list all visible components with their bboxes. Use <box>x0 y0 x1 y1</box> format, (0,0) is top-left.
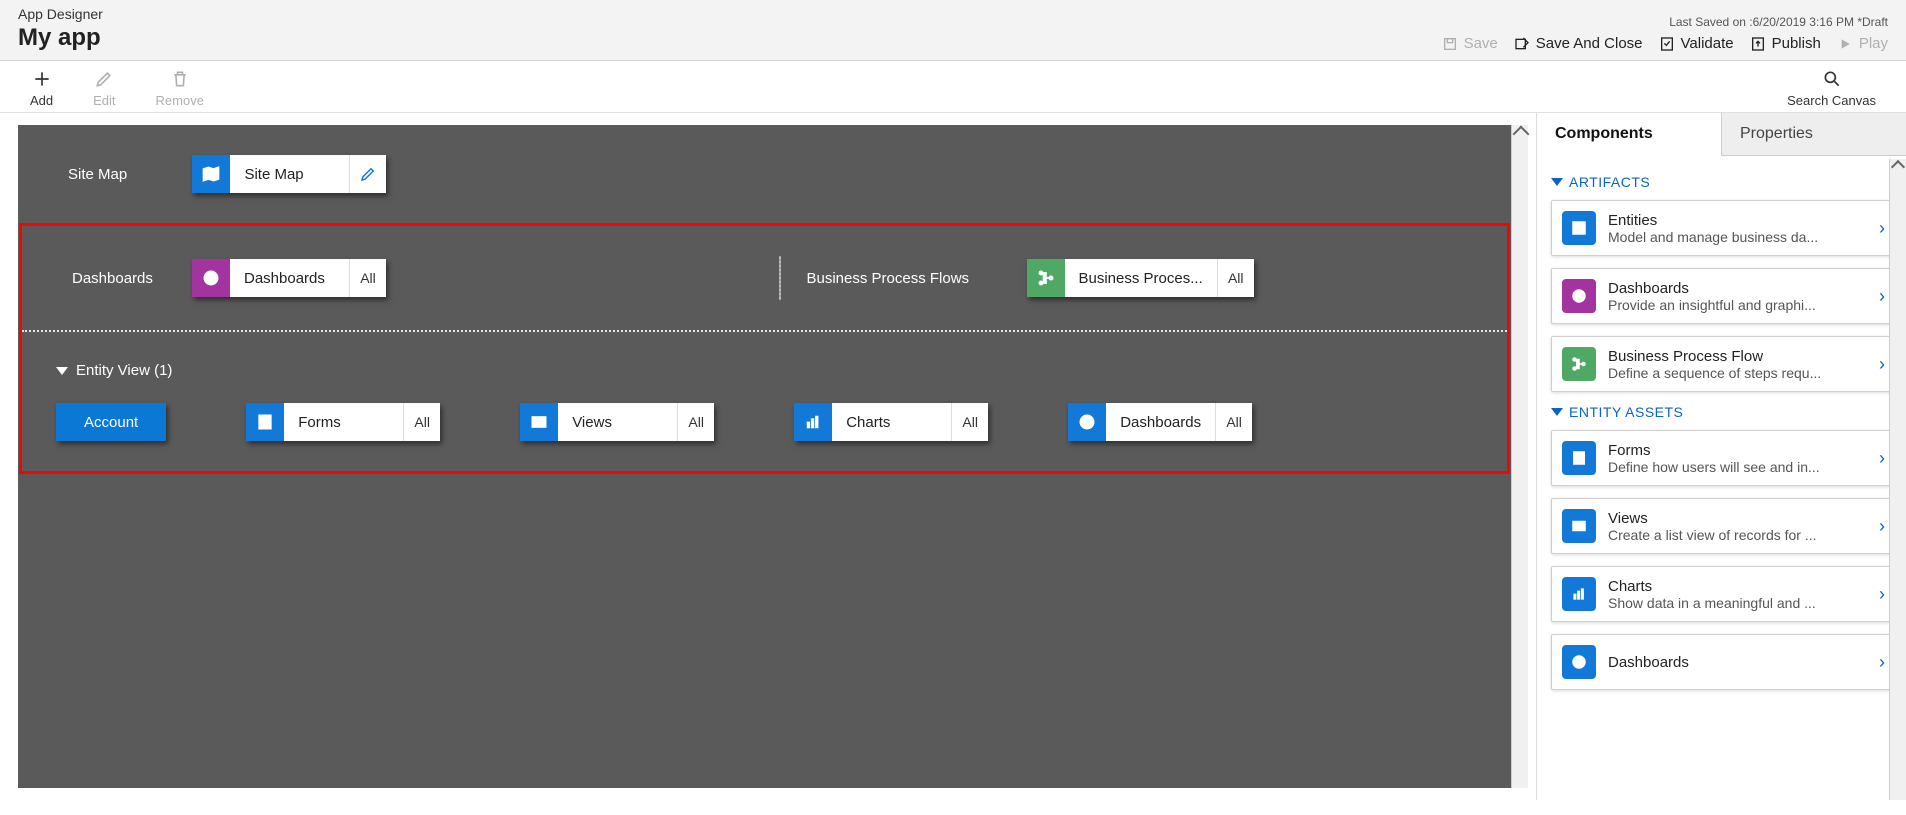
bpf-all-button[interactable]: All <box>1218 259 1254 297</box>
chevron-down-icon <box>1551 408 1563 416</box>
panel-scrollbar[interactable] <box>1889 159 1906 800</box>
add-button[interactable]: Add <box>30 69 53 108</box>
flow-icon <box>1027 259 1065 297</box>
tab-properties[interactable]: Properties <box>1722 113 1906 156</box>
views-all-button[interactable]: All <box>678 403 714 441</box>
save-and-close-button[interactable]: Save And Close <box>1514 35 1643 52</box>
save-close-icon <box>1514 36 1530 52</box>
dashboards-all-button[interactable]: All <box>350 259 386 297</box>
views-tile-label: Views <box>558 403 678 441</box>
group-artifacts-toggle[interactable]: ARTIFACTS <box>1551 174 1896 190</box>
entity-icon <box>1562 211 1596 245</box>
publish-icon <box>1750 36 1766 52</box>
card-bpf[interactable]: Business Process FlowDefine a sequence o… <box>1551 336 1896 392</box>
chevron-right-icon: › <box>1879 354 1885 375</box>
gauge-icon <box>1562 645 1596 679</box>
pencil-icon <box>94 69 114 89</box>
gauge-icon <box>1068 403 1106 441</box>
grid-icon <box>520 403 558 441</box>
breadcrumb: App Designer <box>18 6 103 22</box>
remove-button: Remove <box>156 69 204 108</box>
dashboards-bpf-section: Dashboards Dashboards All Business Proce… <box>22 226 1507 330</box>
card-charts[interactable]: ChartsShow data in a meaningful and ... … <box>1551 566 1896 622</box>
bpf-label: Business Process Flows <box>807 270 1027 287</box>
play-button: Play <box>1837 35 1888 52</box>
chevron-down-icon <box>1551 178 1563 186</box>
forms-all-button[interactable]: All <box>404 403 440 441</box>
entity-dashboards-tile[interactable]: Dashboards All <box>1068 403 1252 441</box>
trash-icon <box>170 69 190 89</box>
chevron-right-icon: › <box>1879 652 1885 673</box>
last-saved-text: Last Saved on :6/20/2019 3:16 PM *Draft <box>1442 15 1888 29</box>
card-dashboards[interactable]: DashboardsProvide an insightful and grap… <box>1551 268 1896 324</box>
sitemap-tile[interactable]: Site Map <box>192 155 386 193</box>
search-canvas-button[interactable]: Search Canvas <box>1787 69 1876 108</box>
dashboards-tile[interactable]: Dashboards All <box>192 259 386 297</box>
flow-icon <box>1562 347 1596 381</box>
charts-all-button[interactable]: All <box>952 403 988 441</box>
entity-view-toggle[interactable]: Entity View (1) <box>56 362 1487 379</box>
entity-view-section: Entity View (1) Account Forms All Views <box>22 330 1507 471</box>
chevron-right-icon: › <box>1879 448 1885 469</box>
map-icon <box>192 155 230 193</box>
design-canvas[interactable]: Site Map Site Map Dashboards Dash <box>18 125 1511 788</box>
card-dashboards-2[interactable]: Dashboards › <box>1551 634 1896 690</box>
search-icon <box>1822 69 1842 89</box>
chevron-down-icon <box>56 367 68 375</box>
chevron-right-icon: › <box>1879 584 1885 605</box>
section-divider <box>779 256 781 300</box>
chart-icon <box>794 403 832 441</box>
forms-tile[interactable]: Forms All <box>246 403 440 441</box>
canvas-scrollbar[interactable] <box>1511 125 1528 788</box>
chevron-right-icon: › <box>1879 516 1885 537</box>
entity-account-tile[interactable]: Account <box>56 403 166 441</box>
play-icon <box>1837 36 1853 52</box>
entity-view-label: Entity View (1) <box>76 362 172 379</box>
page-title: My app <box>18 24 103 52</box>
gauge-icon <box>192 259 230 297</box>
charts-tile[interactable]: Charts All <box>794 403 988 441</box>
card-entities[interactable]: EntitiesModel and manage business da... … <box>1551 200 1896 256</box>
highlighted-area: Dashboards Dashboards All Business Proce… <box>19 223 1510 474</box>
components-panel: Components Properties ARTIFACTS Entities… <box>1536 113 1906 800</box>
sitemap-tile-label: Site Map <box>230 155 350 193</box>
bpf-tile-label: Business Proces... <box>1065 259 1218 297</box>
form-icon <box>246 403 284 441</box>
card-forms[interactable]: FormsDefine how users will see and in...… <box>1551 430 1896 486</box>
header: App Designer My app Last Saved on :6/20/… <box>0 0 1906 61</box>
toolbar: Add Edit Remove Search Canvas <box>0 61 1906 113</box>
entity-dashboards-all-button[interactable]: All <box>1216 403 1252 441</box>
validate-icon <box>1659 36 1675 52</box>
edit-button: Edit <box>93 69 115 108</box>
sitemap-label: Site Map <box>68 166 188 183</box>
entity-dashboards-tile-label: Dashboards <box>1106 403 1216 441</box>
save-icon <box>1442 36 1458 52</box>
tab-components[interactable]: Components <box>1537 113 1722 156</box>
charts-tile-label: Charts <box>832 403 952 441</box>
validate-button[interactable]: Validate <box>1659 35 1734 52</box>
gauge-icon <box>1562 279 1596 313</box>
bpf-tile[interactable]: Business Proces... All <box>1027 259 1254 297</box>
dashboards-tile-label: Dashboards <box>230 259 350 297</box>
sitemap-section: Site Map Site Map <box>18 125 1511 223</box>
chevron-right-icon: › <box>1879 286 1885 307</box>
sitemap-edit-button[interactable] <box>350 155 386 193</box>
forms-tile-label: Forms <box>284 403 404 441</box>
card-views[interactable]: ViewsCreate a list view of records for .… <box>1551 498 1896 554</box>
publish-button[interactable]: Publish <box>1750 35 1821 52</box>
chart-icon <box>1562 577 1596 611</box>
views-tile[interactable]: Views All <box>520 403 714 441</box>
dashboards-label: Dashboards <box>72 270 192 287</box>
plus-icon <box>32 69 52 89</box>
form-icon <box>1562 441 1596 475</box>
group-entity-assets-toggle[interactable]: ENTITY ASSETS <box>1551 404 1896 420</box>
save-button: Save <box>1442 35 1498 52</box>
chevron-right-icon: › <box>1879 218 1885 239</box>
grid-icon <box>1562 509 1596 543</box>
